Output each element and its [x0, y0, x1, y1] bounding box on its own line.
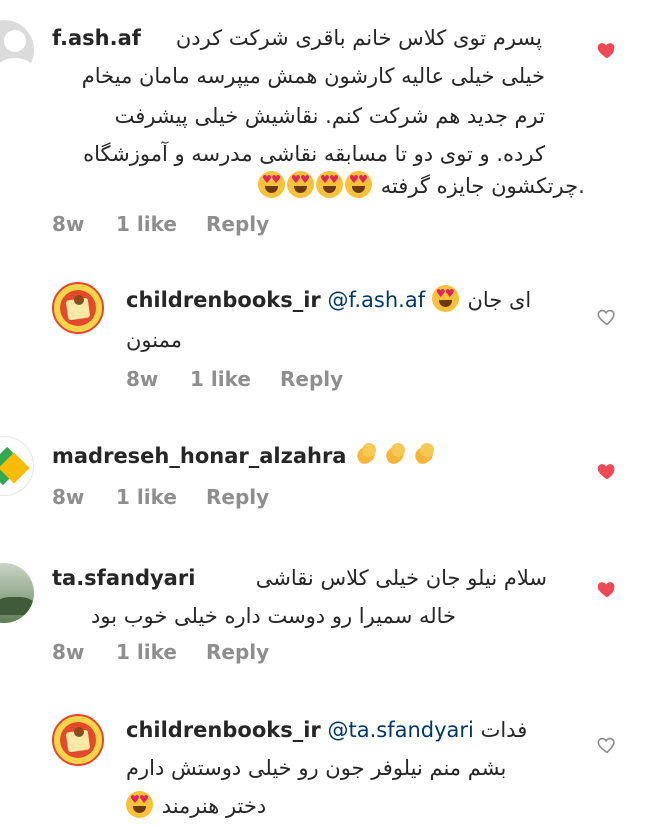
comment-text: دختر هنرمند: [161, 794, 267, 818]
comment-text: پسرم توی کلاس خانم باقری شرکت کردن: [175, 26, 542, 50]
heart-eyes-emoji: [258, 171, 374, 198]
heart-filled-icon[interactable]: [596, 460, 618, 482]
reply-button[interactable]: Reply: [206, 485, 269, 509]
avatar[interactable]: [0, 20, 34, 80]
comment-line: ترم جدید هم شرکت کنم. نقاشیش خیلی پیشرفت: [114, 104, 545, 128]
timestamp: 8w: [52, 640, 85, 664]
heart-eyes-emoji: [431, 285, 459, 312]
comment-line: خاله سمیرا رو دوست داره خیلی خوب بود: [91, 604, 456, 628]
reply-button[interactable]: Reply: [206, 640, 269, 664]
heart-outline-icon[interactable]: [596, 734, 618, 756]
comment-meta: 8w 1 like Reply: [52, 485, 352, 513]
comment-meta: 8w 1 like Reply: [52, 212, 352, 240]
heart-filled-icon[interactable]: [596, 578, 618, 600]
comment-line: childrenbooks_ir @f.ash.af ای جان: [126, 280, 586, 320]
heart-filled-icon[interactable]: [596, 39, 618, 61]
comment-line: .چرتکشون جایزه گرفته: [258, 166, 585, 206]
clapping-hands-emoji: [353, 444, 440, 468]
comment-text: فدات: [480, 718, 528, 742]
likes-count[interactable]: 1 like: [190, 367, 251, 391]
username[interactable]: childrenbooks_ir: [126, 718, 321, 742]
comment-text: ای جان: [467, 288, 532, 312]
username[interactable]: childrenbooks_ir: [126, 288, 321, 312]
comment-line: خیلی خیلی عالیه کارشون همش میپرسه مامان …: [81, 64, 545, 88]
avatar[interactable]: [52, 282, 104, 334]
comment-line: ممنون: [126, 328, 182, 352]
comment-line: madreseh_honar_alzahra: [52, 436, 552, 476]
timestamp: 8w: [126, 367, 159, 391]
avatar[interactable]: [52, 714, 104, 766]
comment-line: f.ash.af پسرم توی کلاس خانم باقری شرکت ک…: [52, 18, 542, 58]
reply-button[interactable]: Reply: [280, 367, 343, 391]
heart-outline-icon[interactable]: [596, 306, 618, 328]
username[interactable]: f.ash.af: [52, 26, 141, 50]
username[interactable]: madreseh_honar_alzahra: [52, 444, 346, 468]
comment-meta: 8w 1 like Reply: [52, 640, 352, 668]
comment-line: دختر هنرمند: [126, 786, 326, 826]
comment-line: ta.sfandyari سلام نیلو جان خیلی کلاس نقا…: [52, 558, 547, 598]
avatar[interactable]: [0, 563, 34, 623]
reply-button[interactable]: Reply: [206, 212, 269, 236]
comment-meta: 8w 1 like Reply: [126, 367, 426, 395]
timestamp: 8w: [52, 485, 85, 509]
mention-link[interactable]: @ta.sfandyari: [327, 718, 473, 742]
comment-text: سلام نیلو جان خیلی کلاس نقاشی: [255, 566, 547, 590]
username[interactable]: ta.sfandyari: [52, 566, 195, 590]
comment-text: .چرتکشون جایزه گرفته: [380, 174, 585, 198]
likes-count[interactable]: 1 like: [116, 212, 177, 236]
likes-count[interactable]: 1 like: [116, 640, 177, 664]
likes-count[interactable]: 1 like: [116, 485, 177, 509]
mention-link[interactable]: @f.ash.af: [327, 288, 425, 312]
avatar[interactable]: [0, 436, 34, 496]
heart-eyes-emoji: [126, 791, 153, 818]
comment-line: childrenbooks_ir @ta.sfandyari فدات: [126, 710, 586, 750]
timestamp: 8w: [52, 212, 85, 236]
comment-line: بشم منم نیلوفر جون رو خیلی دوستش دارم: [126, 756, 507, 780]
